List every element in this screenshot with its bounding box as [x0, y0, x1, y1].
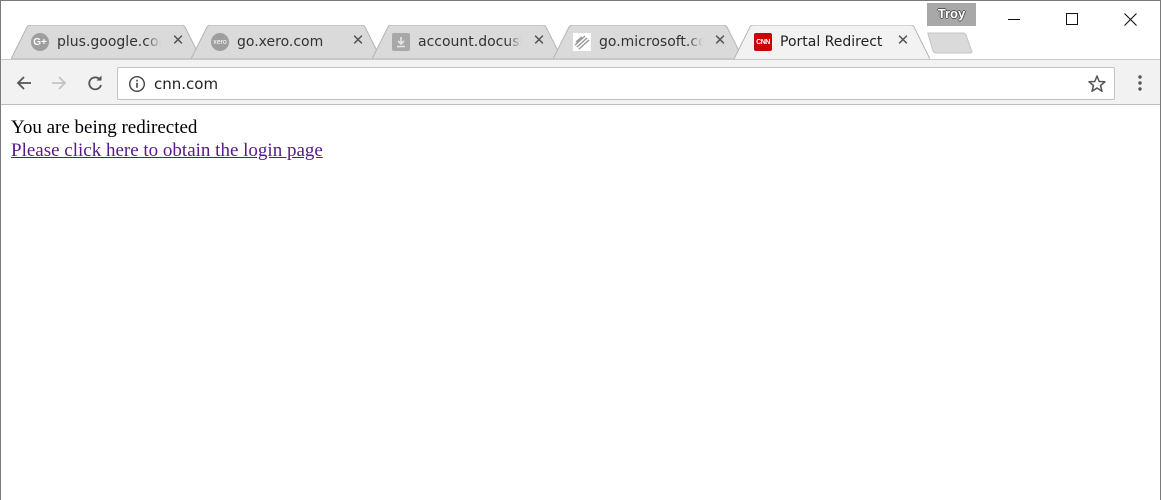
tab-title: go.xero.com	[237, 34, 324, 50]
tab-google-plus[interactable]: G+ plus.google.com ✕	[11, 25, 201, 59]
back-button[interactable]	[11, 70, 37, 96]
tab-strip: G+ plus.google.com ✕ xero go.xero.com ✕ …	[1, 1, 1160, 59]
close-tab-icon[interactable]: ✕	[713, 33, 727, 48]
tab-title: go.microsoft.com	[599, 34, 703, 50]
login-page-link[interactable]: Please click here to obtain the login pa…	[11, 139, 323, 162]
cnn-icon: CNN	[754, 33, 772, 51]
redirect-message: You are being redirected	[11, 117, 198, 138]
browser-window: G+ plus.google.com ✕ xero go.xero.com ✕ …	[0, 0, 1161, 500]
tab-title: plus.google.com	[57, 34, 161, 50]
close-icon	[1123, 12, 1137, 26]
profile-button[interactable]: Troy	[927, 3, 976, 26]
menu-button[interactable]	[1127, 70, 1153, 96]
close-tab-icon[interactable]: ✕	[532, 33, 546, 48]
page-content: You are being redirected Please click he…	[11, 116, 323, 162]
close-tab-icon[interactable]: ✕	[896, 33, 910, 48]
minimize-button[interactable]	[985, 1, 1043, 37]
close-tab-icon[interactable]: ✕	[351, 33, 365, 48]
url-text[interactable]: cnn.com	[154, 75, 218, 93]
xero-icon: xero	[211, 33, 229, 51]
download-icon	[392, 33, 410, 51]
maximize-button[interactable]	[1043, 1, 1101, 37]
bookmark-star-icon[interactable]	[1087, 74, 1107, 94]
reload-icon	[88, 75, 102, 91]
google-plus-icon: G+	[31, 33, 49, 51]
more-vert-icon	[1138, 75, 1142, 91]
browser-toolbar: cnn.com	[1, 59, 1160, 105]
tab-microsoft[interactable]: go.microsoft.com ✕	[553, 25, 743, 59]
tab-portal-redirect[interactable]: CNN Portal Redirect ✕	[734, 25, 930, 59]
tab-title: Portal Redirect	[780, 34, 883, 50]
tab-title: account.docusign.com	[418, 34, 522, 50]
minimize-icon	[1008, 19, 1020, 20]
close-tab-icon[interactable]: ✕	[171, 33, 185, 48]
reload-button[interactable]	[82, 70, 108, 96]
info-icon[interactable]	[128, 75, 146, 93]
new-tab-button[interactable]	[927, 32, 973, 54]
forward-button[interactable]	[46, 70, 72, 96]
back-arrow-icon	[16, 76, 31, 90]
forward-arrow-icon	[52, 76, 67, 90]
maximize-icon	[1066, 13, 1078, 25]
close-window-button[interactable]	[1101, 1, 1159, 37]
tab-docusign[interactable]: account.docusign.com ✕	[372, 25, 562, 59]
address-bar[interactable]: cnn.com	[117, 67, 1115, 100]
tab-xero[interactable]: xero go.xero.com ✕	[191, 25, 381, 59]
microsoft-page-icon	[573, 33, 591, 51]
